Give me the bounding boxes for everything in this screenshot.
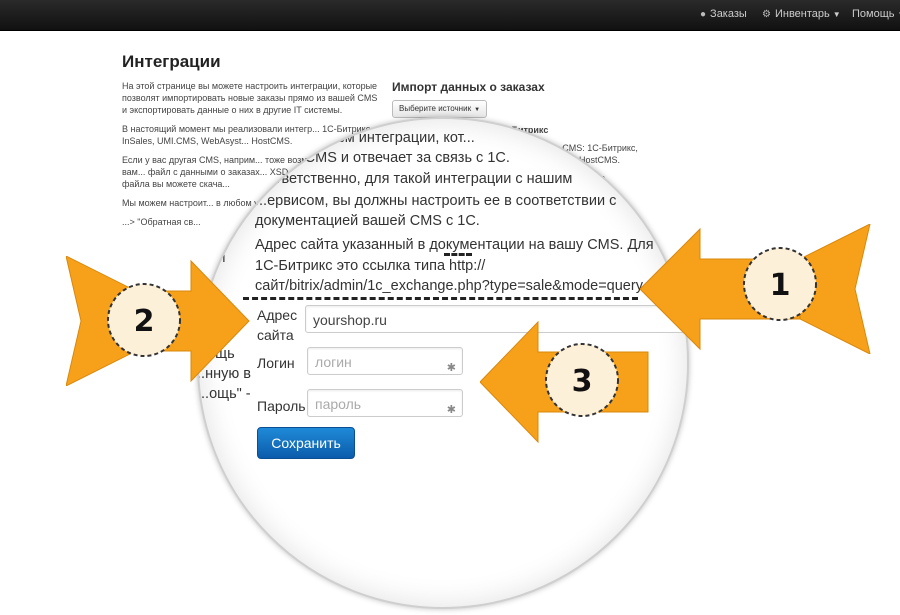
dashed-underline (444, 253, 472, 256)
login-input[interactable]: логин ✱ (307, 347, 463, 375)
badge-number-2: 2 (134, 304, 155, 339)
zoom-text-line: ...в эти CMS и отвечает за связь с 1С. (255, 150, 510, 166)
callout-arrow-1: 1 (640, 224, 871, 354)
caret-down-icon: ▼ (832, 10, 841, 19)
badge-number-3: 3 (572, 364, 593, 399)
nav-orders[interactable]: ● Заказы (700, 8, 747, 20)
callout-arrow-2: 2 (66, 256, 250, 386)
intro-paragraph: На этой странице вы можете настроить инт… (122, 81, 378, 115)
zoom-fragment: ...ощь" - (197, 386, 251, 402)
dashed-underline (243, 297, 638, 300)
save-button[interactable]: Сохранить (257, 427, 355, 459)
key-icon: ✱ (446, 362, 456, 374)
import-section-title: Импорт данных о заказах (392, 80, 545, 94)
zoom-text-line: документацией вашей CMS с 1С. (255, 213, 480, 229)
gears-icon: ⚙ (762, 9, 771, 20)
password-label: Пароль (257, 398, 306, 414)
globe-icon: ● (700, 9, 707, 20)
zoom-text-line: ...ем механизм интеграции, кот... (255, 130, 475, 146)
top-navbar: ●Заказы ⚙Инвентарь▼ Помощь▼ (0, 0, 900, 31)
zoom-text-line: 1С-Битрикс это ссылка типа http:// (255, 258, 486, 274)
zoom-text-line: ...ответственно, для такой интеграции с … (255, 171, 573, 187)
site-address-label: сайта (257, 327, 294, 343)
zoom-text-line: ...ервисом, вы должны настроить ее в соо… (255, 193, 617, 209)
login-label: Логин (257, 355, 295, 371)
badge-number-1: 1 (770, 268, 791, 303)
callout-arrow-3: 3 (480, 320, 649, 444)
nav-help[interactable]: Помощь▼ (852, 8, 900, 20)
password-input[interactable]: пароль ✱ (307, 389, 463, 417)
nav-inventory[interactable]: ⚙ Инвентарь ▼ (762, 8, 841, 20)
page-title: Интеграции (122, 52, 221, 71)
caret-down-icon: ▼ (474, 107, 481, 113)
key-icon: ✱ (446, 404, 456, 416)
site-address-label: Адрес (257, 307, 298, 323)
url-example-text: сайт/bitrix/admin/1c_exchange.php?type=s… (255, 278, 643, 294)
source-select-button[interactable]: Выберите источник ▼ (392, 100, 488, 118)
